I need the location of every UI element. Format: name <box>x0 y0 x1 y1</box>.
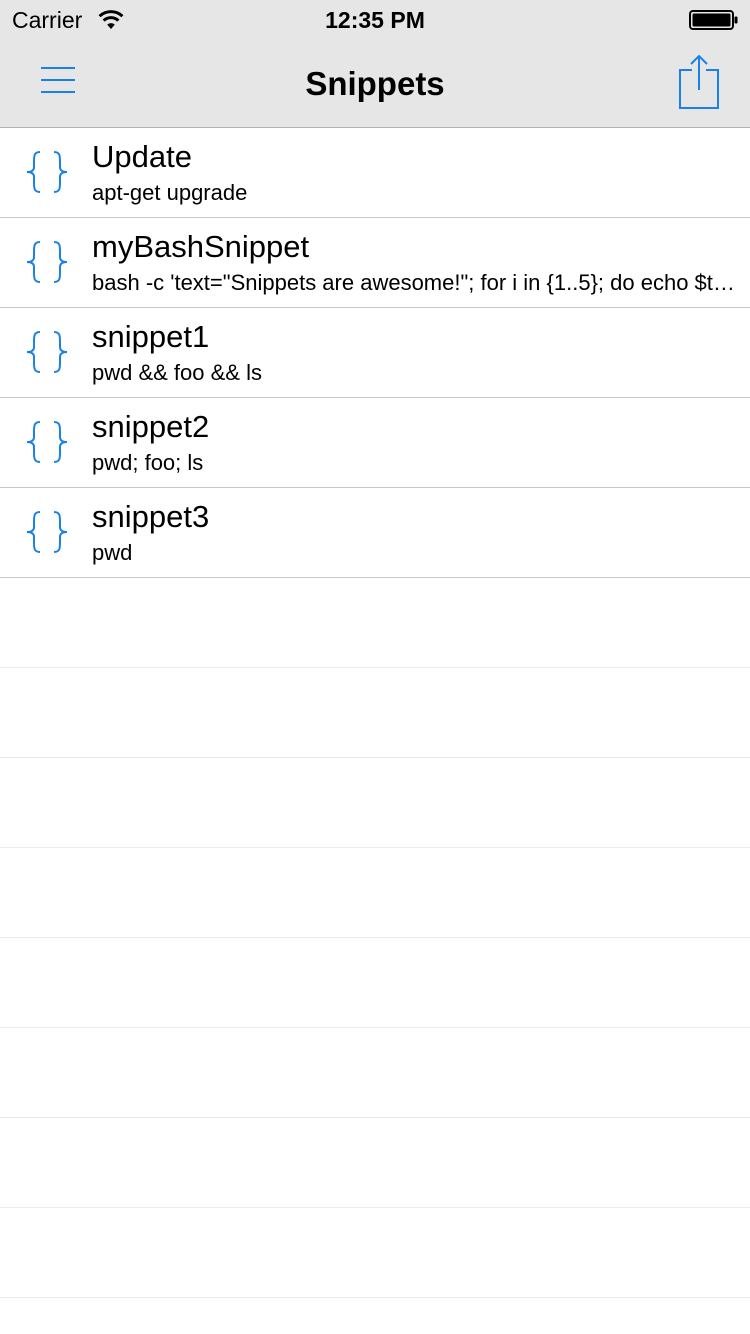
snippet-row[interactable]: snippet3 pwd <box>0 488 750 578</box>
snippet-row[interactable]: snippet1 pwd && foo && ls <box>0 308 750 398</box>
snippet-title: snippet2 <box>92 409 210 444</box>
hamburger-menu-icon <box>41 67 75 93</box>
share-button[interactable] <box>670 48 730 114</box>
snippet-title: Update <box>92 139 192 174</box>
snippet-command: pwd; foo; ls <box>92 450 204 475</box>
snippet-command: bash -c 'text="Snippets are awesome!"; f… <box>92 270 736 295</box>
empty-row <box>0 578 750 668</box>
snippet-title: snippet1 <box>92 319 210 354</box>
snippet-command: apt-get upgrade <box>92 180 248 205</box>
curly-braces-icon <box>24 330 70 374</box>
empty-row <box>0 938 750 1028</box>
empty-row <box>0 1028 750 1118</box>
snippet-row[interactable]: snippet2 pwd; foo; ls <box>0 398 750 488</box>
battery-icon <box>689 10 739 30</box>
snippet-list: Update apt-get upgrade myBashSnippet bas… <box>0 128 750 1298</box>
empty-row <box>0 1208 750 1298</box>
curly-braces-icon <box>24 240 70 284</box>
navigation-bar: Snippets <box>0 40 750 128</box>
curly-braces-icon <box>24 150 70 194</box>
snippet-title: snippet3 <box>92 499 210 534</box>
empty-row <box>0 758 750 848</box>
share-icon <box>679 54 719 109</box>
curly-braces-icon <box>24 510 70 554</box>
top-bar: Carrier 12:35 PM Snippets <box>0 0 750 128</box>
snippet-row[interactable]: myBashSnippet bash -c 'text="Snippets ar… <box>0 218 750 308</box>
clock: 12:35 PM <box>325 7 425 33</box>
empty-row <box>0 848 750 938</box>
snippet-command: pwd <box>92 540 133 565</box>
snippet-title: myBashSnippet <box>92 229 310 264</box>
empty-row <box>0 668 750 758</box>
snippet-command: pwd && foo && ls <box>92 360 262 385</box>
snippets-screen: Carrier 12:35 PM Snippets Update apt-get… <box>0 0 750 1334</box>
menu-button[interactable] <box>28 54 88 110</box>
page-title: Snippets <box>305 65 445 102</box>
curly-braces-icon <box>24 420 70 464</box>
status-bar: Carrier 12:35 PM <box>0 0 750 40</box>
snippet-row[interactable]: Update apt-get upgrade <box>0 128 750 218</box>
empty-row <box>0 1118 750 1208</box>
